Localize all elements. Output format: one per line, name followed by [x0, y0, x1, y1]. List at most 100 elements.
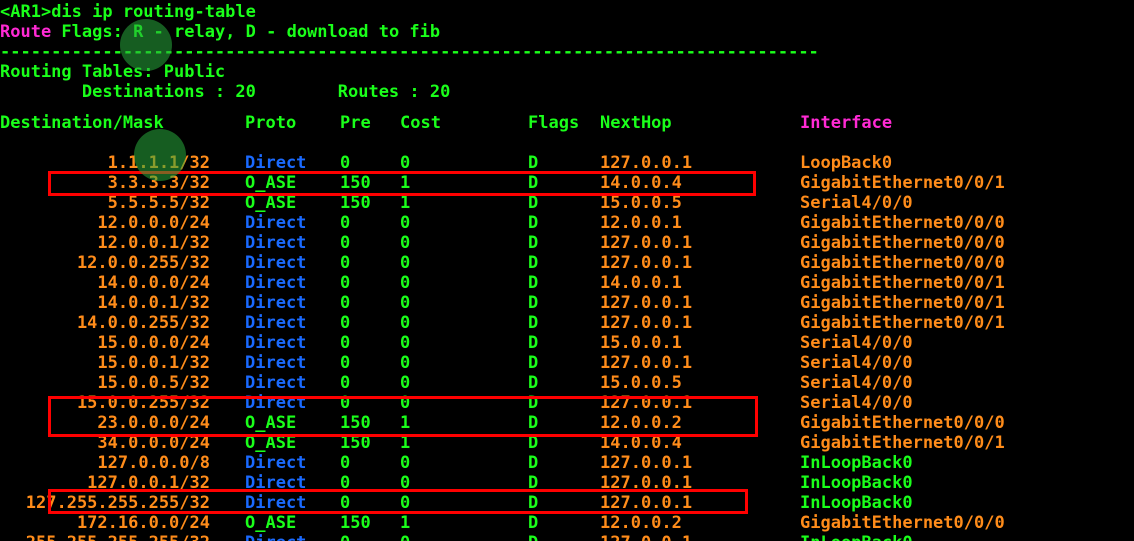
cell-flags: D	[528, 233, 539, 253]
cell-destination-mask: 14.0.0.1/32	[97, 293, 210, 313]
cell-proto: Direct	[245, 493, 307, 513]
cell-destination-mask: 1.1.1.1/32	[107, 153, 210, 173]
cell-interface: GigabitEthernet0/0/1	[800, 313, 1005, 333]
cell-flags: D	[528, 273, 539, 293]
cell-nexthop: 127.0.0.1	[600, 393, 693, 413]
table-row: 1.1.1.1/32 Direct 0 0 D 127.0.0.1 LoopBack0	[0, 153, 1134, 173]
cell-pre: 0	[340, 453, 351, 473]
cell-interface: Serial4/0/0	[800, 373, 913, 393]
cell-nexthop: 15.0.0.5	[600, 373, 682, 393]
cell-proto: Direct	[245, 313, 307, 333]
cell-interface: GigabitEthernet0/0/0	[800, 233, 1005, 253]
cell-interface: GigabitEthernet0/0/0	[800, 513, 1005, 533]
cell-cost: 0	[400, 353, 411, 373]
cell-nexthop: 14.0.0.4	[600, 173, 682, 193]
cell-flags: D	[528, 533, 538, 541]
cell-proto: Direct	[245, 373, 307, 393]
cell-flags: D	[528, 193, 539, 213]
cell-nexthop: 127.0.0.1	[600, 353, 693, 373]
cell-interface: Serial4/0/0	[800, 393, 913, 413]
cell-nexthop: 14.0.0.4	[600, 433, 682, 453]
table-row: 14.0.0.1/32 Direct 0 0 D 127.0.0.1 GigabitEthe…	[0, 293, 1134, 313]
cell-nexthop: 15.0.0.5	[600, 193, 682, 213]
cell-cost: 1	[400, 413, 411, 433]
table-row: 23.0.0.0/24 O_ASE 150 1 D 12.0.0.2 GigabitEthe…	[0, 413, 1134, 433]
routing-tables-line: Routing Tables: Public	[0, 62, 226, 82]
cell-destination-mask: 255.255.255.255/32	[0, 533, 210, 541]
cell-cost: 0	[400, 273, 411, 293]
cell-pre: 0	[340, 373, 351, 393]
table-row: 3.3.3.3/32 O_ASE 150 1 D 14.0.0.4 GigabitEther…	[0, 173, 1134, 193]
cell-destination-mask: 127.255.255.255/32	[25, 493, 210, 513]
cell-flags: D	[528, 393, 539, 413]
cell-nexthop: 15.0.0.1	[600, 333, 682, 353]
cell-cost: 0	[400, 453, 411, 473]
cell-proto: Direct	[245, 153, 307, 173]
cell-destination-mask: 14.0.0.0/24	[97, 273, 210, 293]
terminal-window: <AR1>dis ip routing-table Route Flags: R…	[0, 0, 1134, 541]
cell-proto: Direct	[245, 393, 307, 413]
cell-interface: InLoopBack0	[800, 453, 913, 473]
cell-flags: D	[528, 333, 539, 353]
route-flags-text: Flags: R - relay, D - download to fib	[51, 22, 441, 42]
cell-pre: 0	[340, 313, 351, 333]
header-cost: Cost	[400, 113, 441, 133]
prompt-text: <AR1>	[0, 2, 52, 22]
cell-pre: 0	[340, 533, 350, 541]
cell-pre: 0	[340, 293, 351, 313]
cell-proto: Direct	[245, 233, 307, 253]
cell-pre: 0	[340, 333, 351, 353]
cell-pre: 0	[340, 213, 351, 233]
cell-proto: Direct	[245, 453, 307, 473]
cell-proto: Direct	[245, 213, 307, 233]
cell-cost: 0	[400, 153, 411, 173]
table-row: 5.5.5.5/32 O_ASE 150 1 D 15.0.0.5 Serial4/0/0	[0, 193, 1134, 213]
cell-destination-mask: 127.0.0.0/8	[97, 453, 210, 473]
cell-cost: 0	[400, 233, 411, 253]
cell-flags: D	[528, 153, 539, 173]
cell-interface: LoopBack0	[800, 153, 893, 173]
cell-pre: 0	[340, 233, 351, 253]
cell-interface: Serial4/0/0	[800, 333, 913, 353]
cell-interface: Serial4/0/0	[800, 353, 913, 373]
cell-cost: 0	[400, 533, 410, 541]
cell-proto: Direct	[245, 353, 307, 373]
cell-proto: O_ASE	[245, 413, 297, 433]
cell-cost: 0	[400, 473, 411, 493]
cell-destination-mask: 172.16.0.0/24	[76, 513, 210, 533]
cell-cost: 0	[400, 293, 411, 313]
cell-cost: 1	[400, 193, 411, 213]
counts-line: Destinations : 20 Routes : 20	[0, 82, 451, 102]
cell-nexthop: 12.0.0.2	[600, 513, 682, 533]
cell-cost: 1	[400, 173, 411, 193]
table-row: 34.0.0.0/24 O_ASE 150 1 D 14.0.0.4 GigabitEthe…	[0, 433, 1134, 453]
cell-destination-mask: 12.0.0.255/32	[76, 253, 210, 273]
cell-destination-mask: 3.3.3.3/32	[107, 173, 210, 193]
cell-flags: D	[528, 253, 539, 273]
header-interface: Interface	[800, 113, 893, 133]
cell-nexthop: 14.0.0.1	[600, 273, 682, 293]
cell-cost: 0	[400, 393, 411, 413]
cell-pre: 150	[340, 513, 371, 533]
cell-flags: D	[528, 493, 539, 513]
cell-nexthop: 127.0.0.1	[600, 253, 693, 273]
cell-cost: 0	[400, 333, 411, 353]
cell-nexthop: 127.0.0.1	[600, 473, 693, 493]
cell-nexthop: 127.0.0.1	[600, 313, 693, 333]
cell-cost: 0	[400, 213, 411, 233]
cell-destination-mask: 23.0.0.0/24	[97, 413, 210, 433]
cell-flags: D	[528, 413, 539, 433]
cell-cost: 0	[400, 313, 411, 333]
header-proto: Proto	[245, 113, 297, 133]
cell-nexthop: 12.0.0.1	[600, 213, 682, 233]
cell-cost: 1	[400, 513, 411, 533]
cell-proto: O_ASE	[245, 173, 297, 193]
cell-interface: GigabitEthernet0/0/1	[800, 273, 1005, 293]
cell-destination-mask: 15.0.0.1/32	[97, 353, 210, 373]
cell-interface: GigabitEthernet0/0/0	[800, 213, 1005, 233]
table-row: 127.0.0.1/32 Direct 0 0 D 127.0.0.1 InLoopBack…	[0, 473, 1134, 493]
cell-nexthop: 127.0.0.1	[600, 493, 693, 513]
cell-flags: D	[528, 353, 539, 373]
cell-flags: D	[528, 173, 539, 193]
cell-interface: InLoopBack0	[800, 493, 913, 513]
